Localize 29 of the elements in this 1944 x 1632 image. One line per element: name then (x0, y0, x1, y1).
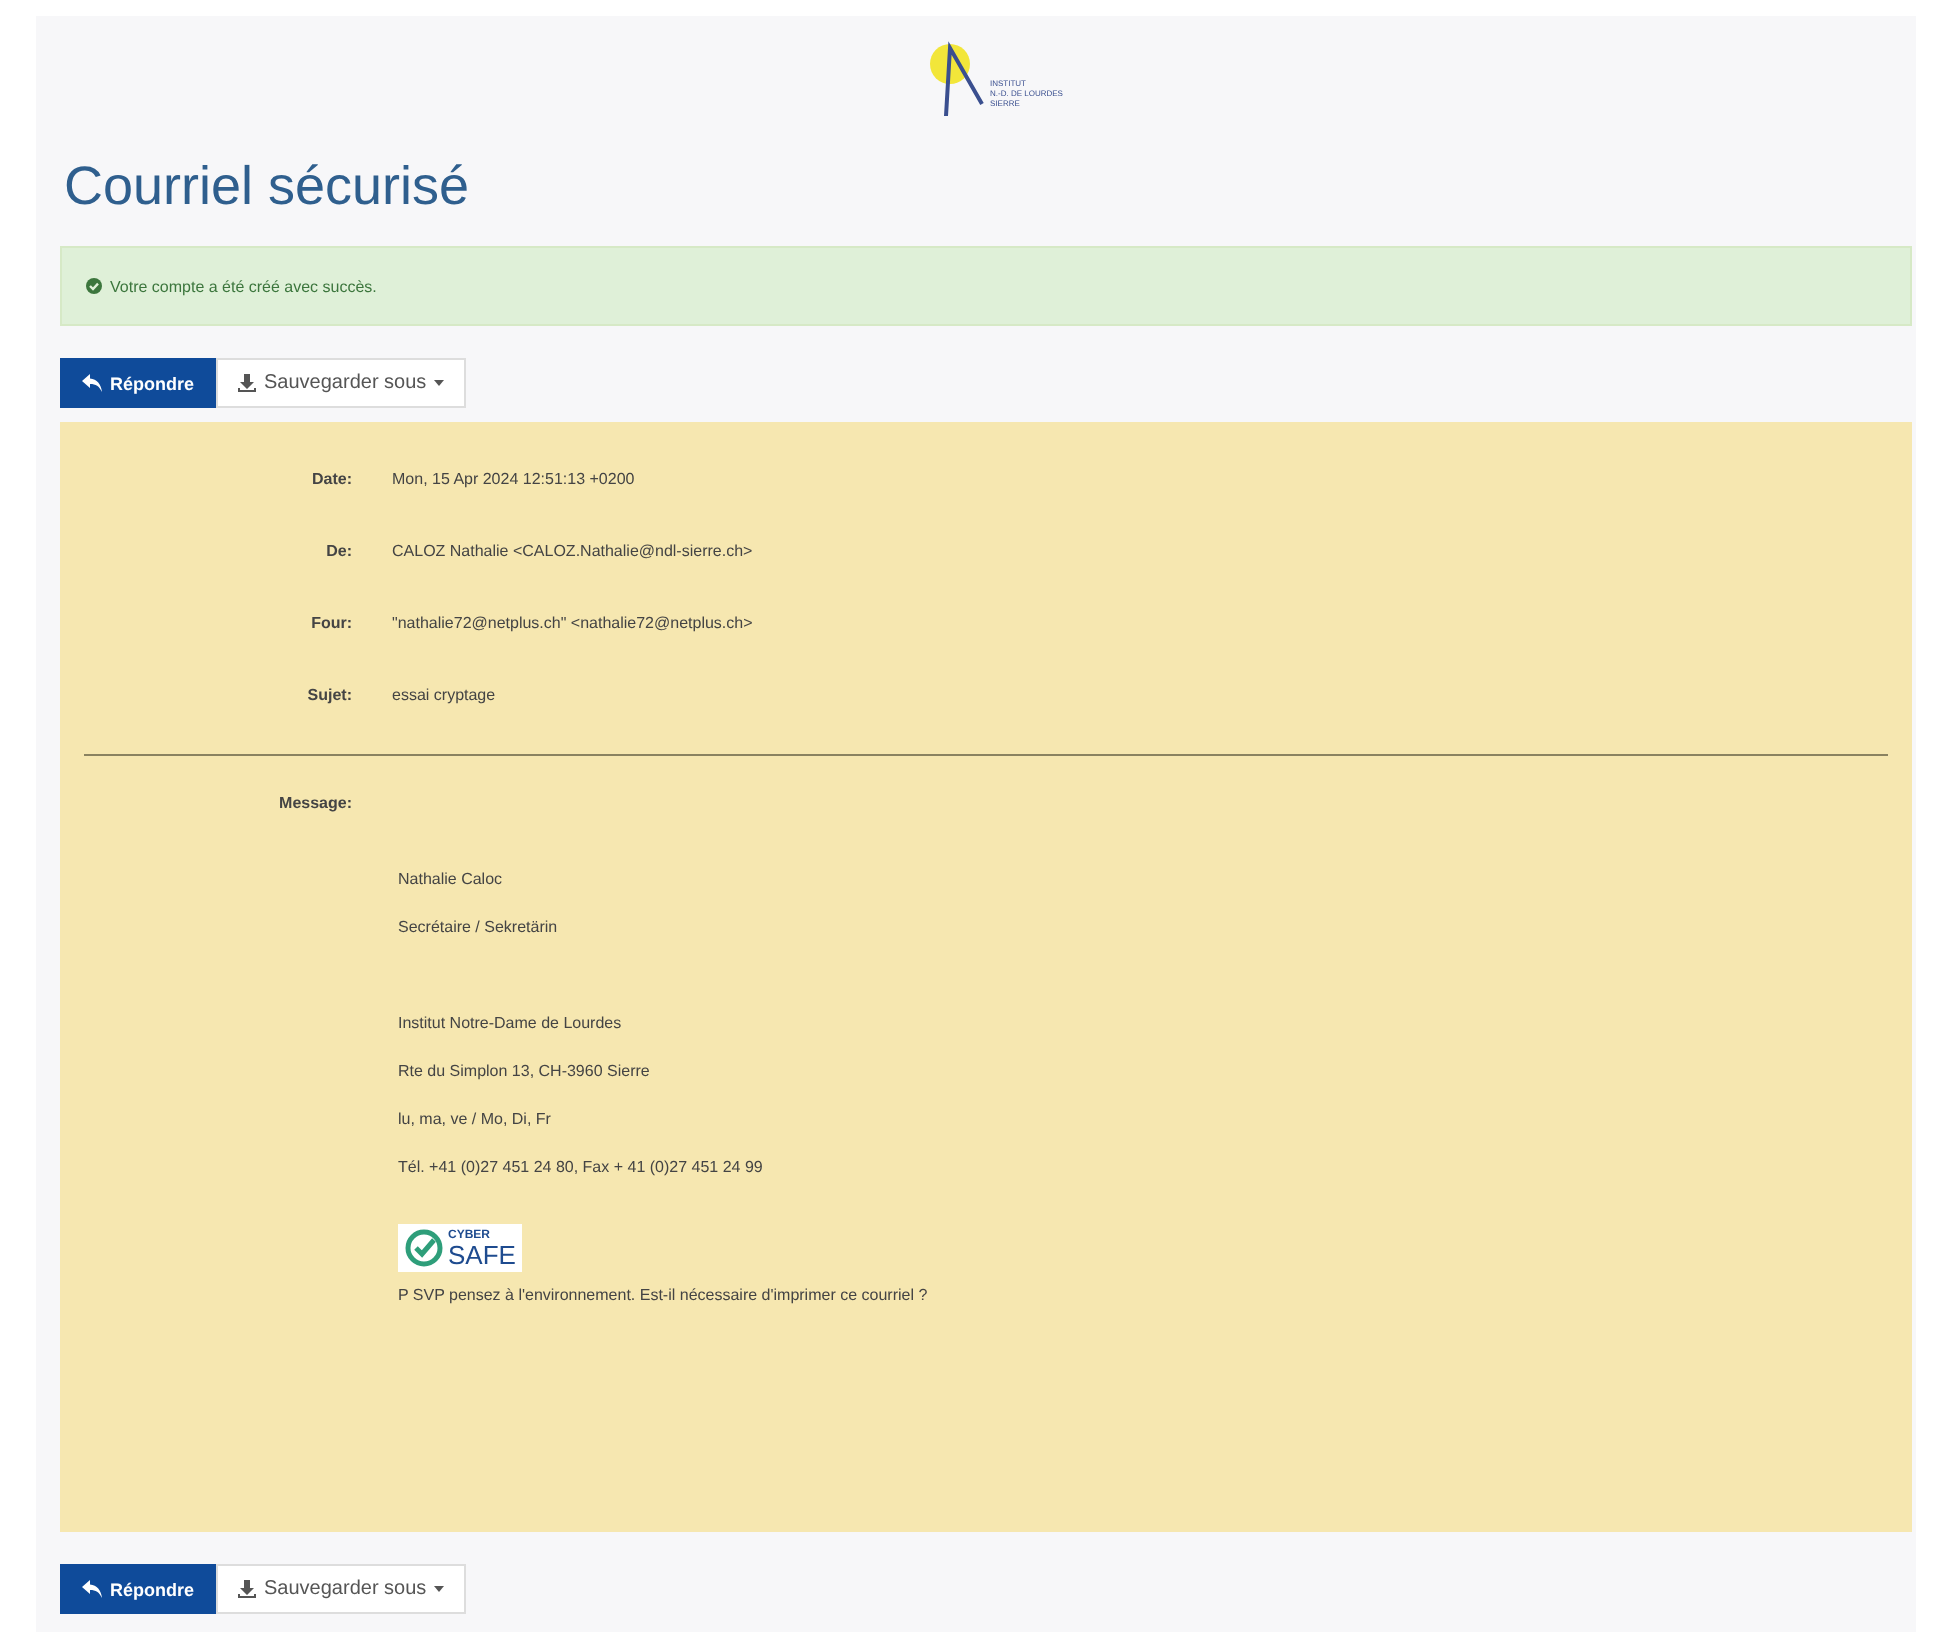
field-value: CALOZ Nathalie <CALOZ.Nathalie@ndl-sierre.ch> (392, 541, 753, 559)
field-value: essai cryptage (392, 685, 496, 703)
message-line: Nathalie Caloc (398, 868, 505, 892)
message-line: Institut Notre-Dame de Lourdes (398, 1012, 624, 1036)
check-circle-icon (86, 278, 102, 294)
field-value: "nathalie72@netplus.ch" <nathalie72@netplus.ch> (392, 613, 753, 631)
message-line: lu, ma, ve / Mo, Di, Fr (398, 1108, 553, 1132)
message-line: Tél. +41 (0)27 451 24 80, Fax + 41 (0)27 451 24 99 (398, 1156, 765, 1180)
reply-button[interactable]: Répondre (60, 1564, 217, 1614)
alert-text: Votre compte a été créé avec succès. (110, 277, 377, 295)
save-as-dropdown[interactable]: Sauvegarder sous (216, 358, 467, 408)
page-title: Courriel sécurisé (64, 156, 472, 218)
message-line: P SVP pensez à l'environnement. Est-il nécessaire d'imprimer ce courriel ? (398, 1284, 930, 1308)
field-label: Date: (309, 469, 354, 487)
field-value: Mon, 15 Apr 2024 12:51:13 +0200 (392, 469, 635, 487)
reply-icon (82, 374, 102, 392)
field-label: Four: (309, 613, 354, 631)
caret-icon (434, 380, 445, 386)
reply-icon (82, 1580, 102, 1598)
field-label: De: (324, 541, 354, 559)
message-line: Rte du Simplon 13, CH-3960 Sierre (398, 1060, 652, 1084)
save-as-dropdown[interactable]: Sauvegarder sous (216, 1564, 467, 1614)
field-label: Sujet: (305, 685, 354, 703)
caret-icon (434, 1586, 445, 1592)
download-icon (238, 1580, 257, 1598)
message-line: Secrétaire / Sekretärin (398, 916, 560, 940)
download-icon (238, 374, 257, 392)
reply-button[interactable]: Répondre (60, 358, 217, 408)
field-label: Message: (277, 793, 354, 811)
